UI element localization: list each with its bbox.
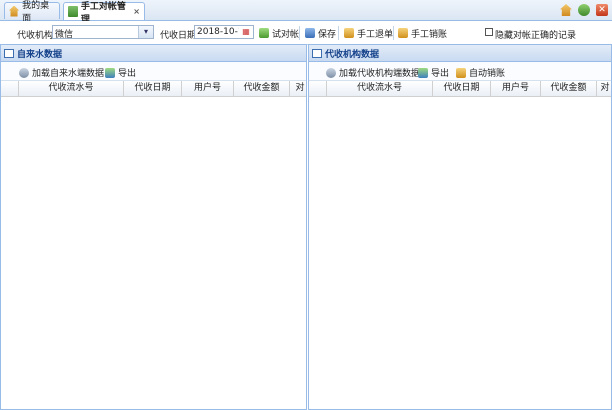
load-agency-data-button[interactable]: 加载代收机构端数据 <box>326 66 420 79</box>
save-button[interactable]: 保存 <box>305 26 336 40</box>
date-input[interactable]: 2018-10-17 ▦ <box>194 25 254 39</box>
column-header[interactable]: 用户号 <box>491 81 541 96</box>
close-icon[interactable]: × <box>133 7 140 16</box>
writeoff-icon <box>398 28 408 38</box>
reload-icon <box>19 67 29 78</box>
tab-my-desktop[interactable]: 我的桌面 <box>4 1 60 24</box>
panel-title: 代收机构数据 <box>309 45 611 62</box>
toolbar-divider <box>299 26 300 40</box>
reload-icon <box>326 67 336 78</box>
export-label: 导出 <box>118 69 137 79</box>
auto-writeoff-button[interactable]: 自动销账 <box>456 66 505 79</box>
column-header[interactable]: 代收日期 <box>124 81 182 96</box>
panel-title-text: 自来水数据 <box>17 49 63 60</box>
trial-reconcile-label: 试对帐 <box>272 29 300 40</box>
save-label: 保存 <box>318 29 337 40</box>
panel-title: 自来水数据 <box>1 45 306 62</box>
export-button[interactable]: 导出 <box>105 66 136 79</box>
manual-writeoff-button[interactable]: 手工销账 <box>398 26 447 40</box>
agency-value: 微信 <box>55 30 74 40</box>
home-icon <box>9 5 20 17</box>
grid-header: 代收流水号 代收日期 用户号 代收金额 对 <box>309 81 611 97</box>
load-label: 加载代收机构端数据 <box>339 69 421 79</box>
column-header[interactable]: 对 <box>290 81 306 96</box>
hide-correct-checkbox[interactable] <box>485 28 493 36</box>
grid-header: 代收流水号 代收日期 用户号 代收金额 对 <box>1 81 306 97</box>
column-header[interactable]: 代收日期 <box>433 81 491 96</box>
water-data-panel: 自来水数据 加载自来水端数据 导出 代收流水号 代收日期 用户号 代收金额 对 <box>0 44 307 410</box>
export-button[interactable]: 导出 <box>418 66 449 79</box>
panel-toolbar: 加载代收机构端数据 导出 自动销账 <box>309 62 611 81</box>
check-icon <box>259 28 269 38</box>
chevron-down-icon[interactable]: ▾ <box>138 26 153 38</box>
column-header[interactable]: 用户号 <box>182 81 234 96</box>
refund-icon <box>344 28 354 38</box>
load-water-data-button[interactable]: 加载自来水端数据 <box>19 66 104 79</box>
column-header[interactable]: 对 <box>597 81 611 96</box>
export-icon <box>105 67 115 78</box>
agency-data-panel: 代收机构数据 加载代收机构端数据 导出 自动销账 代收流水号 代收日期 用户号 … <box>308 44 612 410</box>
tab-manual-reconciliation[interactable]: 手工对帐管理 × <box>63 2 145 25</box>
manual-writeoff-label: 手工销账 <box>411 29 448 40</box>
tab-strip: 我的桌面 手工对帐管理 × ✕ <box>0 0 612 25</box>
panel-toolbar: 加载自来水端数据 导出 <box>1 62 306 81</box>
exit-icon[interactable]: ✕ <box>596 4 608 16</box>
row-number-column <box>309 81 327 96</box>
agency-select[interactable]: 微信 ▾ <box>52 25 154 40</box>
row-number-column <box>1 81 19 96</box>
export-icon <box>418 67 428 78</box>
save-icon <box>305 28 315 38</box>
toolbar-divider <box>393 26 394 40</box>
trial-reconcile-button[interactable]: 试对帐 <box>259 26 299 40</box>
agency-label: 代收机构: <box>17 31 57 41</box>
calendar-icon[interactable]: ▦ <box>239 26 253 38</box>
column-header[interactable]: 代收流水号 <box>327 81 433 96</box>
column-header[interactable]: 代收金额 <box>541 81 597 96</box>
refresh-icon[interactable] <box>578 4 590 16</box>
hide-correct-label: 隐藏对帐正确的记录 <box>495 31 577 41</box>
grid-icon <box>312 48 322 58</box>
main-toolbar: 代收机构: 微信 ▾ 代收日期: 2018-10-17 ▦ 试对帐 保存 手工退… <box>0 21 612 45</box>
auto-writeoff-label: 自动销账 <box>469 69 506 79</box>
manual-refund-label: 手工退单 <box>357 29 394 40</box>
export-label: 导出 <box>431 69 450 79</box>
panel-title-text: 代收机构数据 <box>325 49 380 60</box>
column-header[interactable]: 代收流水号 <box>19 81 124 96</box>
book-icon <box>68 6 78 17</box>
toolbar-divider <box>338 26 339 40</box>
column-header[interactable]: 代收金额 <box>234 81 290 96</box>
grid-icon <box>4 48 14 58</box>
home-shortcut-icon[interactable] <box>560 4 572 16</box>
auto-writeoff-icon <box>456 67 466 78</box>
load-label: 加载自来水端数据 <box>32 69 105 79</box>
manual-refund-button[interactable]: 手工退单 <box>344 26 393 40</box>
